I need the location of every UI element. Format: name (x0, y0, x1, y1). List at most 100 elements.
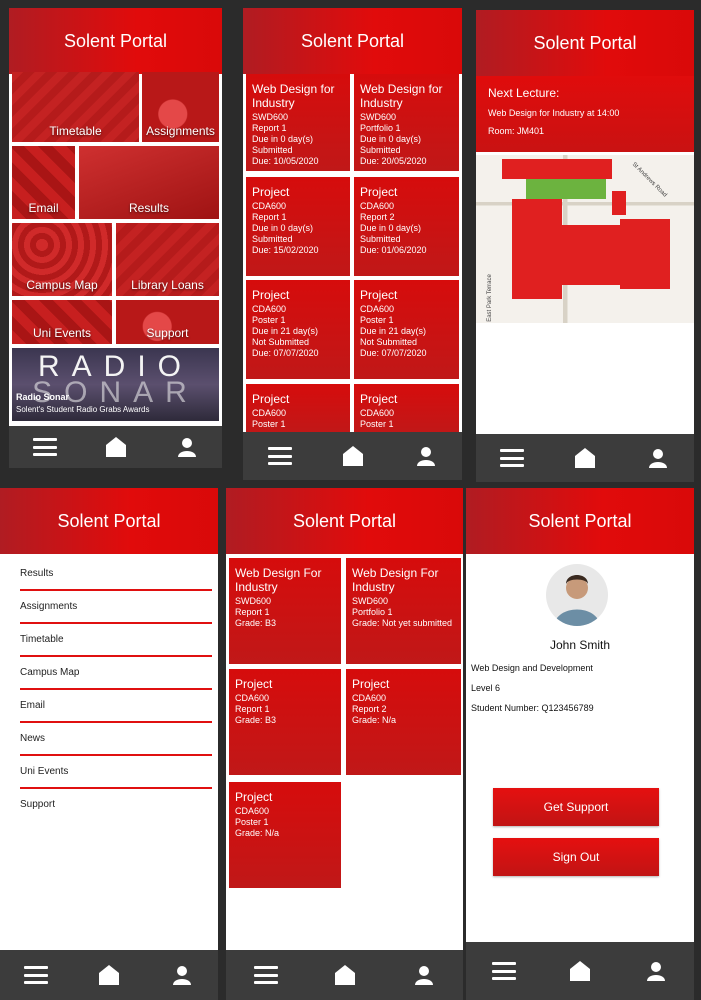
menu-item-email[interactable]: Email (20, 700, 212, 723)
avatar (546, 564, 608, 626)
tile-assignments[interactable]: Assignments (142, 72, 219, 142)
radio-news-banner[interactable]: RADIO SONAR Radio Sonar Solent's Student… (12, 348, 219, 421)
card-due: Due: 01/06/2020 (360, 245, 427, 255)
assignment-card[interactable]: Project CDA600 Poster 1 Due in 21 day(s)… (246, 280, 350, 379)
map-building (502, 159, 612, 179)
home-icon[interactable] (325, 957, 365, 993)
menu-icon[interactable] (260, 438, 300, 474)
menu-item-uni-events[interactable]: Uni Events (20, 766, 212, 789)
assignment-card[interactable]: Project CDA600 Report 1 Due in 0 day(s) … (246, 177, 350, 276)
app-header: Solent Portal (9, 8, 222, 74)
card-title: Project (235, 677, 273, 691)
card-status: Submitted (252, 145, 293, 155)
assignment-card[interactable]: Project CDA600 Poster 1 (354, 384, 459, 434)
map-building (612, 191, 626, 215)
menu-icon[interactable] (484, 953, 524, 989)
home-screen: Solent Portal Timetable Assignments Emai… (9, 8, 222, 468)
card-status: Submitted (360, 145, 401, 155)
card-status: Submitted (360, 234, 401, 244)
card-status: Not Submitted (360, 337, 418, 347)
menu-icon[interactable] (246, 957, 286, 993)
card-code: SWD600 (352, 596, 389, 606)
card-code: SWD600 (252, 112, 289, 122)
result-card[interactable]: Web Design For Industry SWD600 Report 1 … (229, 558, 341, 664)
tile-label: Assignments (146, 124, 215, 138)
page-title: Solent Portal (63, 30, 168, 51)
results-screen: Solent Portal Web Design For Industry SW… (226, 488, 463, 1000)
tile-email[interactable]: Email (12, 146, 75, 219)
result-card[interactable]: Project CDA600 Poster 1 Grade: N/a (229, 782, 341, 888)
page-title: Solent Portal (533, 32, 637, 53)
map-terrace-label: East Park Terrace (486, 274, 493, 322)
campus-map[interactable]: St Andrews Road East Park Terrace (476, 155, 694, 323)
home-icon[interactable] (565, 440, 605, 476)
assignment-card[interactable]: Web Design for Industry SWD600 Report 1 … (246, 74, 350, 171)
user-icon[interactable] (404, 957, 444, 993)
home-icon[interactable] (89, 957, 129, 993)
page-title: Solent Portal (300, 30, 405, 51)
profile-name: John Smith (549, 638, 611, 652)
tile-label: Support (146, 326, 189, 340)
tile-support[interactable]: Support (116, 300, 219, 344)
next-lecture-heading: Next Lecture: (488, 86, 560, 100)
card-item: Report 1 (252, 123, 287, 133)
tile-uni-events[interactable]: Uni Events (12, 300, 112, 344)
assignment-card[interactable]: Project CDA600 Report 2 Due in 0 day(s) … (354, 177, 459, 276)
menu-item-campus-map[interactable]: Campus Map (20, 667, 212, 690)
card-code: CDA600 (360, 408, 395, 418)
card-grade: Grade: N/a (352, 715, 397, 725)
menu-icon[interactable] (25, 429, 65, 465)
menu-item-timetable[interactable]: Timetable (20, 634, 212, 657)
user-icon[interactable] (636, 953, 676, 989)
card-code: CDA600 (252, 201, 287, 211)
page-title: Solent Portal (528, 510, 632, 531)
card-item: Poster 1 (360, 419, 394, 429)
result-card[interactable]: Project CDA600 Report 2 Grade: N/a (346, 669, 461, 775)
card-due-in: Due in 0 day(s) (360, 134, 422, 144)
tile-results[interactable]: Results (79, 146, 219, 219)
next-lecture-panel: Next Lecture: Web Design for Industry at… (476, 76, 694, 152)
tile-label: Uni Events (32, 326, 92, 340)
home-icon[interactable] (333, 438, 373, 474)
lecture-text: Web Design for Industry at 14:00 (488, 108, 620, 118)
menu-item-results[interactable]: Results (20, 568, 212, 591)
app-header: Solent Portal (0, 488, 218, 554)
tile-campus-map[interactable]: Campus Map (12, 223, 112, 296)
tile-timetable[interactable]: Timetable (12, 72, 139, 142)
user-icon[interactable] (162, 957, 202, 993)
bottom-nav (9, 426, 222, 468)
sign-out-button[interactable]: Sign Out (493, 838, 659, 876)
card-item: Poster 1 (360, 315, 394, 325)
user-icon[interactable] (406, 438, 446, 474)
user-icon[interactable] (638, 440, 678, 476)
card-title: Project (360, 185, 398, 199)
card-code: CDA600 (352, 693, 387, 703)
tile-library-loans[interactable]: Library Loans (116, 223, 219, 296)
result-card[interactable]: Project CDA600 Report 1 Grade: B3 (229, 669, 341, 775)
card-due-in: Due in 0 day(s) (360, 223, 422, 233)
bottom-nav (466, 942, 694, 1000)
card-due: Due: 15/02/2020 (252, 245, 319, 255)
menu-item-support[interactable]: Support (20, 799, 212, 820)
user-icon[interactable] (167, 429, 207, 465)
map-building (620, 219, 670, 289)
tile-label: Campus Map (26, 278, 98, 292)
menu-item-assignments[interactable]: Assignments (20, 601, 212, 624)
result-card[interactable]: Web Design For Industry SWD600 Portfolio… (346, 558, 461, 664)
assignment-card[interactable]: Project CDA600 Poster 1 Due in 21 day(s)… (354, 280, 459, 379)
card-item: Poster 1 (235, 817, 269, 827)
card-status: Not Submitted (252, 337, 310, 347)
assignment-card[interactable]: Web Design for Industry SWD600 Portfolio… (354, 74, 459, 171)
card-title: Project (252, 185, 290, 199)
tile-label: Timetable (49, 124, 102, 138)
home-icon[interactable] (560, 953, 600, 989)
home-icon[interactable] (96, 429, 136, 465)
menu-icon[interactable] (492, 440, 532, 476)
card-code: SWD600 (360, 112, 397, 122)
menu-icon[interactable] (16, 957, 56, 993)
menu-item-news[interactable]: News (20, 733, 212, 756)
news-headline: Radio Sonar (16, 392, 70, 402)
get-support-button[interactable]: Get Support (493, 788, 659, 826)
assignment-card[interactable]: Project CDA600 Poster 1 (246, 384, 350, 434)
card-code: CDA600 (360, 201, 395, 211)
